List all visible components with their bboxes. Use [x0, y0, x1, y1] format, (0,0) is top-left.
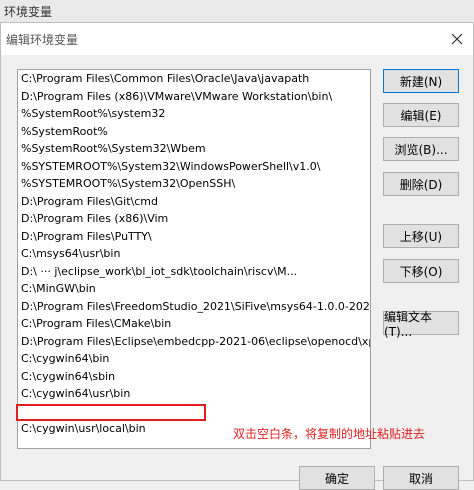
outer-window-title: 环境变量 — [4, 5, 53, 19]
path-row[interactable]: C:\msys64\usr\bin — [18, 245, 370, 263]
path-row[interactable]: %SystemRoot%\system32 — [18, 105, 370, 123]
outer-window-titlebar: 环境变量 — [0, 0, 474, 23]
path-row[interactable]: D:\Program Files (x86)\VMware\VMware Wor… — [18, 88, 370, 106]
new-button[interactable]: 新建(N) — [383, 69, 459, 93]
delete-button[interactable]: 删除(D) — [383, 172, 459, 196]
path-row[interactable]: %SYSTEMROOT%\System32\WindowsPowerShell\… — [18, 158, 370, 176]
ok-button[interactable]: 确定 — [299, 466, 375, 490]
path-row[interactable]: %SystemRoot% — [18, 123, 370, 141]
path-row[interactable]: D:\Program Files\Git\cmd — [18, 193, 370, 211]
path-row[interactable]: D:\Program Files\Eclipse\embedcpp-2021-0… — [18, 333, 370, 351]
move-down-button[interactable]: 下移(O) — [383, 259, 459, 283]
path-row[interactable]: C:\Program Files\Common Files\Oracle\Jav… — [18, 70, 370, 88]
path-row[interactable]: D:\Program Files\FreedomStudio_2021\SiFi… — [18, 298, 370, 316]
close-button[interactable] — [447, 29, 467, 49]
path-list[interactable]: C:\Program Files\Common Files\Oracle\Jav… — [17, 69, 371, 449]
path-row[interactable]: D:\Program Files (x86)\Vim — [18, 210, 370, 228]
path-row[interactable]: C:\cygwin64\usr\bin — [18, 385, 370, 403]
browse-button[interactable]: 浏览(B)... — [383, 137, 459, 161]
edit-button[interactable]: 编辑(E) — [383, 103, 459, 127]
dialog-title: 编辑环境变量 — [6, 33, 79, 47]
edit-text-button[interactable]: 编辑文本(T)... — [383, 310, 459, 339]
new-path-input[interactable] — [16, 404, 206, 421]
path-row[interactable]: C:\MinGW\bin — [18, 280, 370, 298]
path-row[interactable]: %SYSTEMROOT%\System32\OpenSSH\ — [18, 175, 370, 193]
annotation-text: 双击空白条，将复制的地址粘贴进去 — [233, 427, 426, 441]
path-row[interactable]: D:\Program Files\PuTTY\ — [18, 228, 370, 246]
path-row[interactable]: C:\cygwin64\bin — [18, 350, 370, 368]
path-row[interactable]: D:\ ··· j\eclipse_work\bl_iot_sdk\toolch… — [18, 263, 370, 281]
dialog-titlebar: 编辑环境变量 — [1, 23, 473, 55]
close-icon — [451, 33, 463, 45]
move-up-button[interactable]: 上移(U) — [383, 224, 459, 248]
path-row[interactable]: C:\Program Files\CMake\bin — [18, 315, 370, 333]
path-row[interactable]: %SystemRoot%\System32\Wbem — [18, 140, 370, 158]
path-row[interactable]: C:\cygwin64\sbin — [18, 368, 370, 386]
cancel-button[interactable]: 取消 — [383, 466, 459, 490]
